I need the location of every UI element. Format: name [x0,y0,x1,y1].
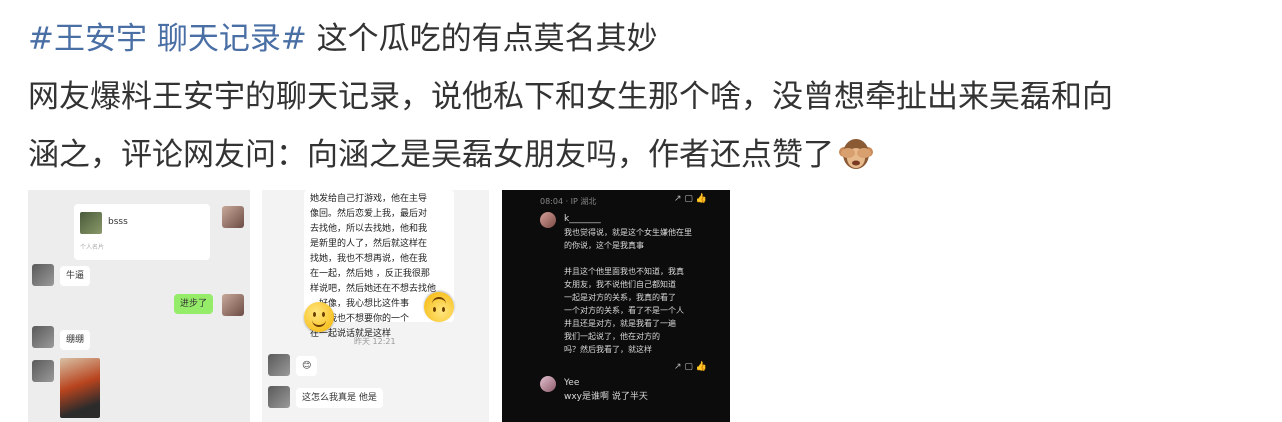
share-icon[interactable]: ↗ [674,194,682,204]
chat-message: 牛逼 [60,266,91,286]
post-line-3-text: 涵之，评论网友问：向涵之是吴磊女朋友吗，作者还点赞了 [28,137,834,173]
avatar [32,326,54,348]
reply-text: wxy是谁啊 说了半天 [564,392,648,402]
avatar [222,206,244,228]
gallery-image-2[interactable]: 她发给自己打游戏，他在主导 像回。然后恋爱上我，最后对 去找他，所以去找她，他和… [262,190,489,422]
gallery-image-1[interactable]: bsss 个人名片 牛逼 进步了 绷绷 [28,190,250,422]
avatar [540,212,556,228]
avatar [268,354,290,376]
post-line-1-text: 这个瓜吃的有点莫名其妙 [306,21,658,57]
avatar [32,264,54,286]
see-no-evil-monkey-icon [838,133,874,191]
gallery-image-3[interactable]: 08:04 · IP 湖北 ↗ ▢ 👍 k_______ 我也觉得说，就是这个女… [502,190,730,422]
comment-text: 我也觉得说，就是这个女生嫌他在里 的你说，这个是我真事 并且这个他里面我也不知道… [564,228,692,354]
post-body: #王安宇 聊天记录# 这个瓜吃的有点莫名其妙 网友爆料王安宇的聊天记录，说他私下… [28,10,1278,191]
like-icon[interactable]: 👍 [696,194,707,204]
share-icon[interactable]: ↗ [674,362,682,372]
avatar [540,376,556,392]
chat-message: 这怎么我真是 他是 [296,388,383,408]
contact-card-avatar [80,212,102,234]
smiley-icon [304,302,334,332]
contact-card-subtitle: 个人名片 [80,244,105,251]
shared-photo [60,358,100,418]
avatar [222,294,244,316]
avatar [32,360,54,382]
comment-actions: ↗ ▢ 👍 [674,362,707,372]
chat-message: 😊 [296,356,318,376]
reply-username: Yee [564,378,580,388]
post-line-2: 网友爆料王安宇的聊天记录，说他私下和女生那个啥，没曾想牵扯出来吴磊和向 [28,79,1113,115]
comment-icon[interactable]: ▢ [684,194,693,204]
contact-card: bsss 个人名片 [74,204,210,260]
post-line-1: #王安宇 聊天记录# 这个瓜吃的有点莫名其妙 [28,10,1278,68]
avatar [268,386,290,408]
chat-message: 绷绷 [60,330,91,350]
comment-actions: ↗ ▢ 👍 [674,194,707,204]
post-line-3: 涵之，评论网友问：向涵之是吴磊女朋友吗，作者还点赞了 [28,126,1278,191]
like-icon[interactable]: 👍 [696,362,707,372]
hashtag-link[interactable]: #王安宇 聊天记录# [28,21,307,57]
upside-down-face-icon [424,292,454,322]
contact-card-title: bsss [108,217,128,227]
timestamp: 昨天 12:21 [354,337,396,346]
comment-icon[interactable]: ▢ [684,362,693,372]
comment-username: k_______ [564,214,601,224]
chat-message: 进步了 [174,294,214,314]
comment-header: 08:04 · IP 湖北 [540,197,597,206]
